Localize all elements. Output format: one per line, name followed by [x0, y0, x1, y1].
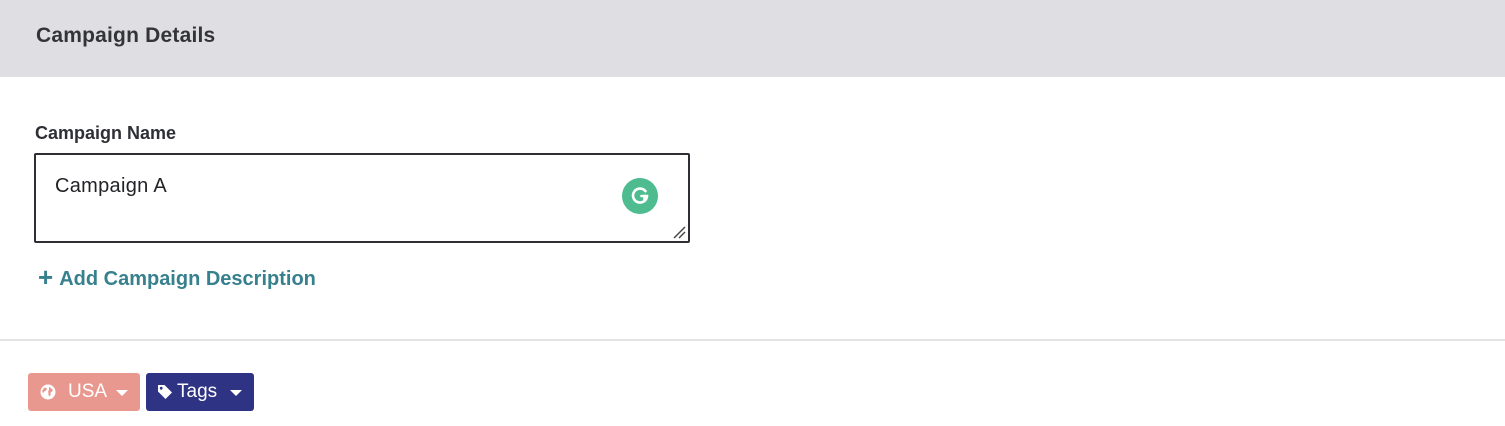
- add-description-link[interactable]: + Add Campaign Description: [38, 264, 316, 294]
- section-title: Campaign Details: [36, 24, 216, 47]
- add-description-label: Add Campaign Description: [59, 267, 316, 290]
- globe-icon: [40, 384, 56, 400]
- plus-icon: +: [38, 262, 54, 292]
- campaign-name-field[interactable]: Campaign A: [34, 153, 690, 243]
- region-dropdown[interactable]: USA: [28, 373, 140, 411]
- tag-icon: [157, 384, 173, 400]
- region-label: USA: [68, 381, 108, 402]
- campaign-name-label: Campaign Name: [35, 123, 177, 143]
- campaign-name-value[interactable]: Campaign A: [55, 175, 167, 198]
- section-header: Campaign Details: [0, 0, 1505, 77]
- tags-dropdown[interactable]: Tags: [146, 373, 254, 411]
- grammarly-icon[interactable]: [622, 178, 658, 214]
- divider: [0, 339, 1505, 341]
- resize-handle-icon[interactable]: [672, 225, 686, 239]
- tags-label: Tags: [177, 381, 218, 402]
- chevron-down-icon: [116, 390, 128, 396]
- chevron-down-icon: [230, 390, 242, 396]
